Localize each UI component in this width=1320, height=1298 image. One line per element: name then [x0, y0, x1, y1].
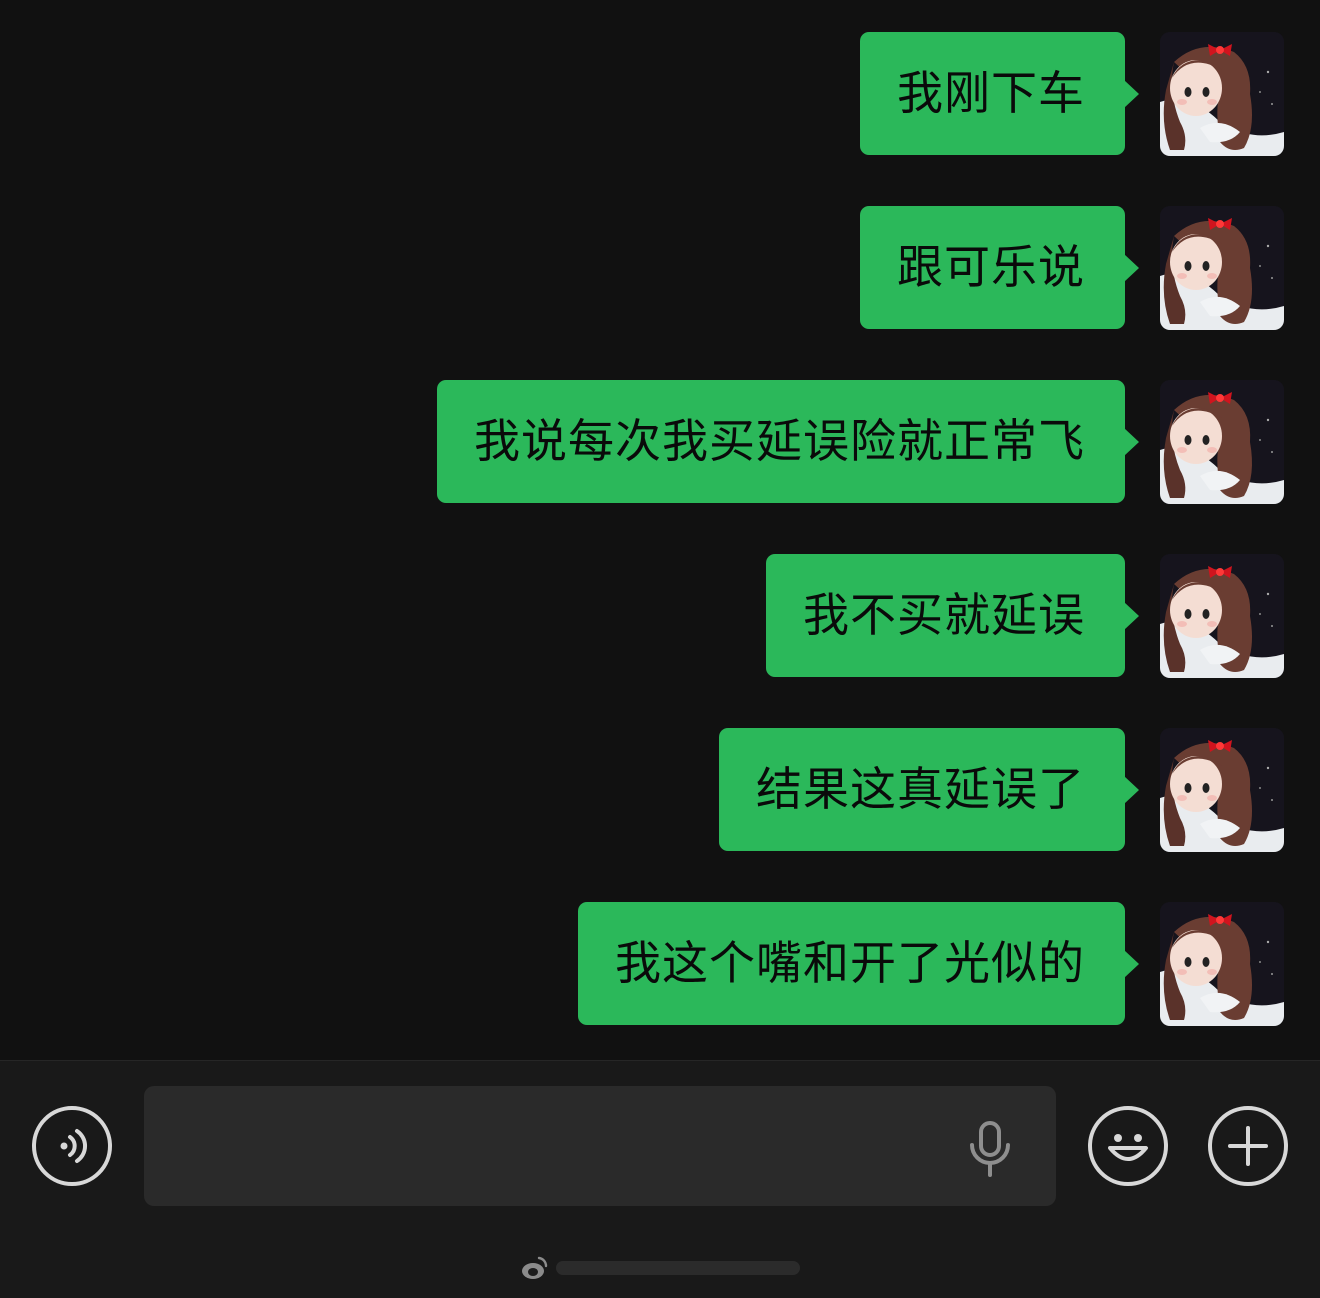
avatar-image [1160, 728, 1284, 852]
watermark-blur [556, 1261, 800, 1275]
avatar[interactable] [1160, 206, 1284, 330]
avatar[interactable] [1160, 380, 1284, 504]
avatar[interactable] [1160, 32, 1284, 156]
microphone-icon[interactable] [966, 1121, 1014, 1177]
voice-mode-icon [60, 1129, 87, 1163]
message-row: 我这个嘴和开了光似的 [578, 902, 1284, 1026]
voice-mode-button[interactable] [32, 1106, 112, 1186]
avatar[interactable] [1160, 902, 1284, 1026]
message-bubble[interactable]: 跟可乐说 [860, 206, 1139, 329]
emoji-icon [1108, 1134, 1148, 1161]
chat-input-bar [0, 1060, 1320, 1298]
more-plus-button[interactable] [1208, 1106, 1288, 1186]
message-row: 结果这真延误了 [719, 728, 1284, 852]
message-row: 我不买就延误 [766, 554, 1284, 678]
message-bubble[interactable]: 我刚下车 [860, 32, 1139, 155]
message-bubble[interactable]: 我这个嘴和开了光似的 [578, 902, 1139, 1025]
message-row: 我说每次我买延误险就正常飞 [437, 380, 1284, 504]
watermark [520, 1253, 800, 1283]
plus-icon [1228, 1126, 1268, 1166]
avatar-image [1160, 206, 1284, 330]
emoji-button[interactable] [1088, 1106, 1168, 1186]
chat-message-list: 我刚下车 跟可乐说 我说每次我买延误险就正常飞 我不买就延误 结果这真延误了 我… [0, 0, 1320, 1060]
avatar[interactable] [1160, 728, 1284, 852]
message-bubble[interactable]: 我不买就延误 [766, 554, 1139, 677]
avatar-image [1160, 554, 1284, 678]
weibo-logo-icon [522, 1256, 548, 1279]
message-row: 我刚下车 [860, 32, 1284, 156]
avatar[interactable] [1160, 554, 1284, 678]
message-row: 跟可乐说 [860, 206, 1284, 330]
message-input[interactable] [144, 1086, 1056, 1206]
message-bubble[interactable]: 结果这真延误了 [719, 728, 1139, 851]
avatar-image [1160, 32, 1284, 156]
message-bubble[interactable]: 我说每次我买延误险就正常飞 [437, 380, 1139, 503]
avatar-image [1160, 902, 1284, 1026]
avatar-image [1160, 380, 1284, 504]
